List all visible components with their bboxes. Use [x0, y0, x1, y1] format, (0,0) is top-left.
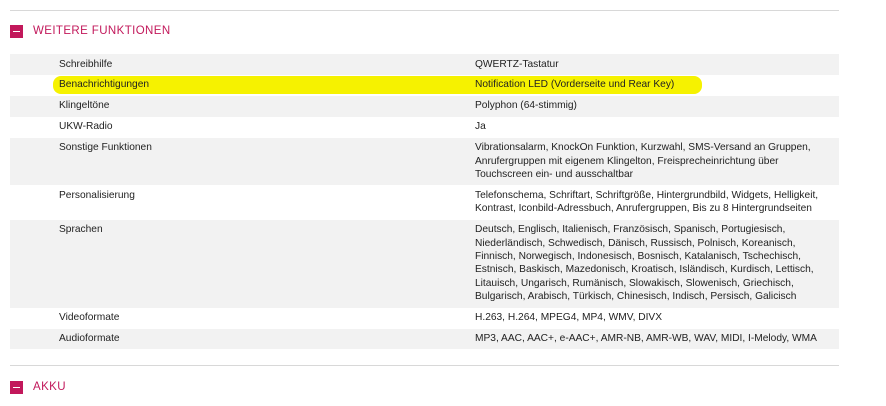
row-label-klingeltoene: Klingeltöne	[10, 95, 475, 117]
table-row: UKW-Radio Ja	[10, 116, 839, 138]
section-header-akku[interactable]: AKKU	[10, 377, 66, 397]
row-value-personalisierung: Telefonschema, Schriftart, Schriftgröße,…	[475, 185, 839, 220]
table-row: Personalisierung Telefonschema, Schrifta…	[10, 185, 839, 220]
section-header-weitere-funktionen[interactable]: WEITERE FUNKTIONEN	[10, 21, 171, 41]
table-row: Sonstige Funktionen Vibrationsalarm, Kno…	[10, 137, 839, 186]
row-value-schreibhilfe: QWERTZ-Tastatur	[475, 54, 839, 75]
row-value-benachrichtigungen: Notification LED (Vorderseite und Rear K…	[475, 79, 675, 91]
row-value-videoformate: H.263, H.264, MPEG4, MP4, WMV, DIVX	[475, 307, 839, 329]
row-label-sprachen: Sprachen	[10, 219, 475, 308]
row-label-audioformate: Audioformate	[10, 328, 475, 350]
row-label-benachrichtigungen: Benachrichtigungen	[59, 79, 150, 91]
table-row: Klingeltöne Polyphon (64-stimmig)	[10, 95, 839, 117]
row-value-sprachen: Deutsch, Englisch, Italienisch, Französi…	[475, 219, 839, 308]
table-row: Videoformate H.263, H.264, MPEG4, MP4, W…	[10, 307, 839, 329]
row-value-ukw-radio: Ja	[475, 116, 839, 138]
row-label-ukw-radio: UKW-Radio	[10, 116, 475, 138]
table-row: Sprachen Deutsch, Englisch, Italienisch,…	[10, 219, 839, 308]
section-divider	[10, 365, 839, 366]
spec-table: Schreibhilfe QWERTZ-Tastatur Benachricht…	[10, 54, 839, 350]
section-title: WEITERE FUNKTIONEN	[33, 25, 171, 37]
row-label-schreibhilfe: Schreibhilfe	[10, 54, 475, 75]
section-title: AKKU	[33, 381, 66, 393]
table-row: Audioformate MP3, AAC, AAC+, e-AAC+, AMR…	[10, 328, 839, 350]
minus-icon[interactable]	[10, 24, 23, 38]
highlight-marker: Benachrichtigungen	[53, 76, 530, 94]
top-divider	[10, 10, 839, 11]
row-label-personalisierung: Personalisierung	[10, 185, 475, 220]
row-value-audioformate: MP3, AAC, AAC+, e-AAC+, AMR-NB, AMR-WB, …	[475, 328, 839, 350]
row-label-sonstige-funktionen: Sonstige Funktionen	[10, 137, 475, 186]
table-row: Schreibhilfe QWERTZ-Tastatur	[10, 54, 839, 75]
row-value-klingeltoene: Polyphon (64-stimmig)	[475, 95, 839, 117]
row-label-videoformate: Videoformate	[10, 307, 475, 329]
minus-icon[interactable]	[10, 380, 23, 394]
table-row: Benachrichtigungen Notification LED (Vor…	[10, 75, 839, 96]
row-value-sonstige-funktionen: Vibrationsalarm, KnockOn Funktion, Kurzw…	[475, 137, 839, 186]
